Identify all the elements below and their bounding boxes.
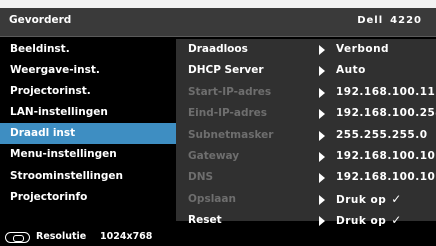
arrow-right-icon [319,173,325,184]
resolution-value: 1024x768 [100,231,153,242]
settings-panel: Draadloos Verbond DHCP Server Auto Start-IP-… [176,39,436,227]
model-label: Dell 4220 [357,15,422,26]
setting-row-draadloos[interactable]: Draadloos Verbond [176,39,436,60]
setting-value-text: 192.168.100.10 [336,149,436,162]
setting-value-text: 192.168.100.254 [336,107,436,120]
setting-row-dhcp-server[interactable]: DHCP Server Auto [176,60,436,81]
setting-row-dns[interactable]: DNS 192.168.100.10 [176,167,436,188]
setting-label: Subnetmasker [188,128,274,141]
menu-item-stroominstellingen[interactable]: Stroominstellingen [0,166,176,187]
arrow-right-icon [319,87,325,98]
setting-value-text: 192.168.100.10 [336,171,436,184]
setting-label: Opslaan [188,192,236,205]
setting-value-text: Auto [336,64,366,77]
arrow-right-icon [319,216,325,227]
menu-item-lan-instellingen[interactable]: LAN-instellingen [0,102,176,123]
menu-item-draadl-inst[interactable]: Draadl inst [0,123,176,145]
setting-row-subnetmasker[interactable]: Subnetmasker 255.255.255.0 [176,125,436,146]
setting-value: Verbond [336,39,389,60]
arrow-right-icon [319,194,325,205]
setting-label: DNS [188,171,214,184]
setting-row-opslaan[interactable]: Opslaan Druk op ✓ [176,189,436,210]
setting-label: Start-IP-adres [188,85,272,98]
resolution-label: Resolutie [36,231,87,242]
arrow-right-icon [319,151,325,162]
setting-value: 192.168.100.254 [336,103,436,124]
projector-osd: Gevorderd Dell 4220 Beeldinst. Weergave-in… [0,8,436,246]
menu-title: Gevorderd [9,14,72,26]
setting-label: Eind-IP-adres [188,107,268,120]
menu-item-projectorinst[interactable]: Projectorinst. [0,81,176,102]
arrow-right-icon [319,130,325,141]
setting-value-text: Verbond [336,43,390,55]
setting-value: 192.168.100.10 [336,146,435,167]
setting-value-text: 255.255.255.0 [336,128,428,141]
checkmark-icon: ✓ [391,213,402,228]
setting-value: Druk op ✓ [336,189,402,211]
arrow-right-icon [319,66,325,77]
setting-value: 192.168.100.11 [336,82,435,103]
setting-label: Draadloos [188,43,248,55]
brand-name: Dell [357,15,384,26]
setting-value: 255.255.255.0 [336,125,428,146]
main-menu: Beeldinst. Weergave-inst. Projectorinst. LA… [0,39,176,208]
checkmark-icon: ✓ [391,191,402,206]
setting-row-gateway[interactable]: Gateway 192.168.100.10 [176,146,436,167]
setting-value-text: Druk op [336,193,387,206]
setting-value: Auto [336,60,366,81]
osd-header: Gevorderd Dell 4220 [0,8,436,37]
menu-item-menu-instellingen[interactable]: Menu-instellingen [0,144,176,165]
setting-value: 192.168.100.10 [336,167,435,188]
remote-control-icon [5,232,30,243]
model-number: 4220 [390,15,422,26]
setting-label: Gateway [188,149,240,162]
setting-label: DHCP Server [188,64,264,77]
setting-value-text: 192.168.100.11 [336,85,436,98]
arrow-right-icon [319,109,325,120]
menu-item-projectorinfo[interactable]: Projectorinfo [0,187,176,208]
arrow-right-icon [319,45,325,55]
setting-row-start-ip-adres[interactable]: Start-IP-adres 192.168.100.11 [176,82,436,103]
status-bar: Resolutie 1024x768 [0,228,436,246]
menu-item-weergave-inst[interactable]: Weergave-inst. [0,60,176,81]
setting-value-text: Druk op [336,215,387,228]
menu-item-beeldinst[interactable]: Beeldinst. [0,39,176,60]
setting-row-eind-ip-adres[interactable]: Eind-IP-adres 192.168.100.254 [176,103,436,124]
